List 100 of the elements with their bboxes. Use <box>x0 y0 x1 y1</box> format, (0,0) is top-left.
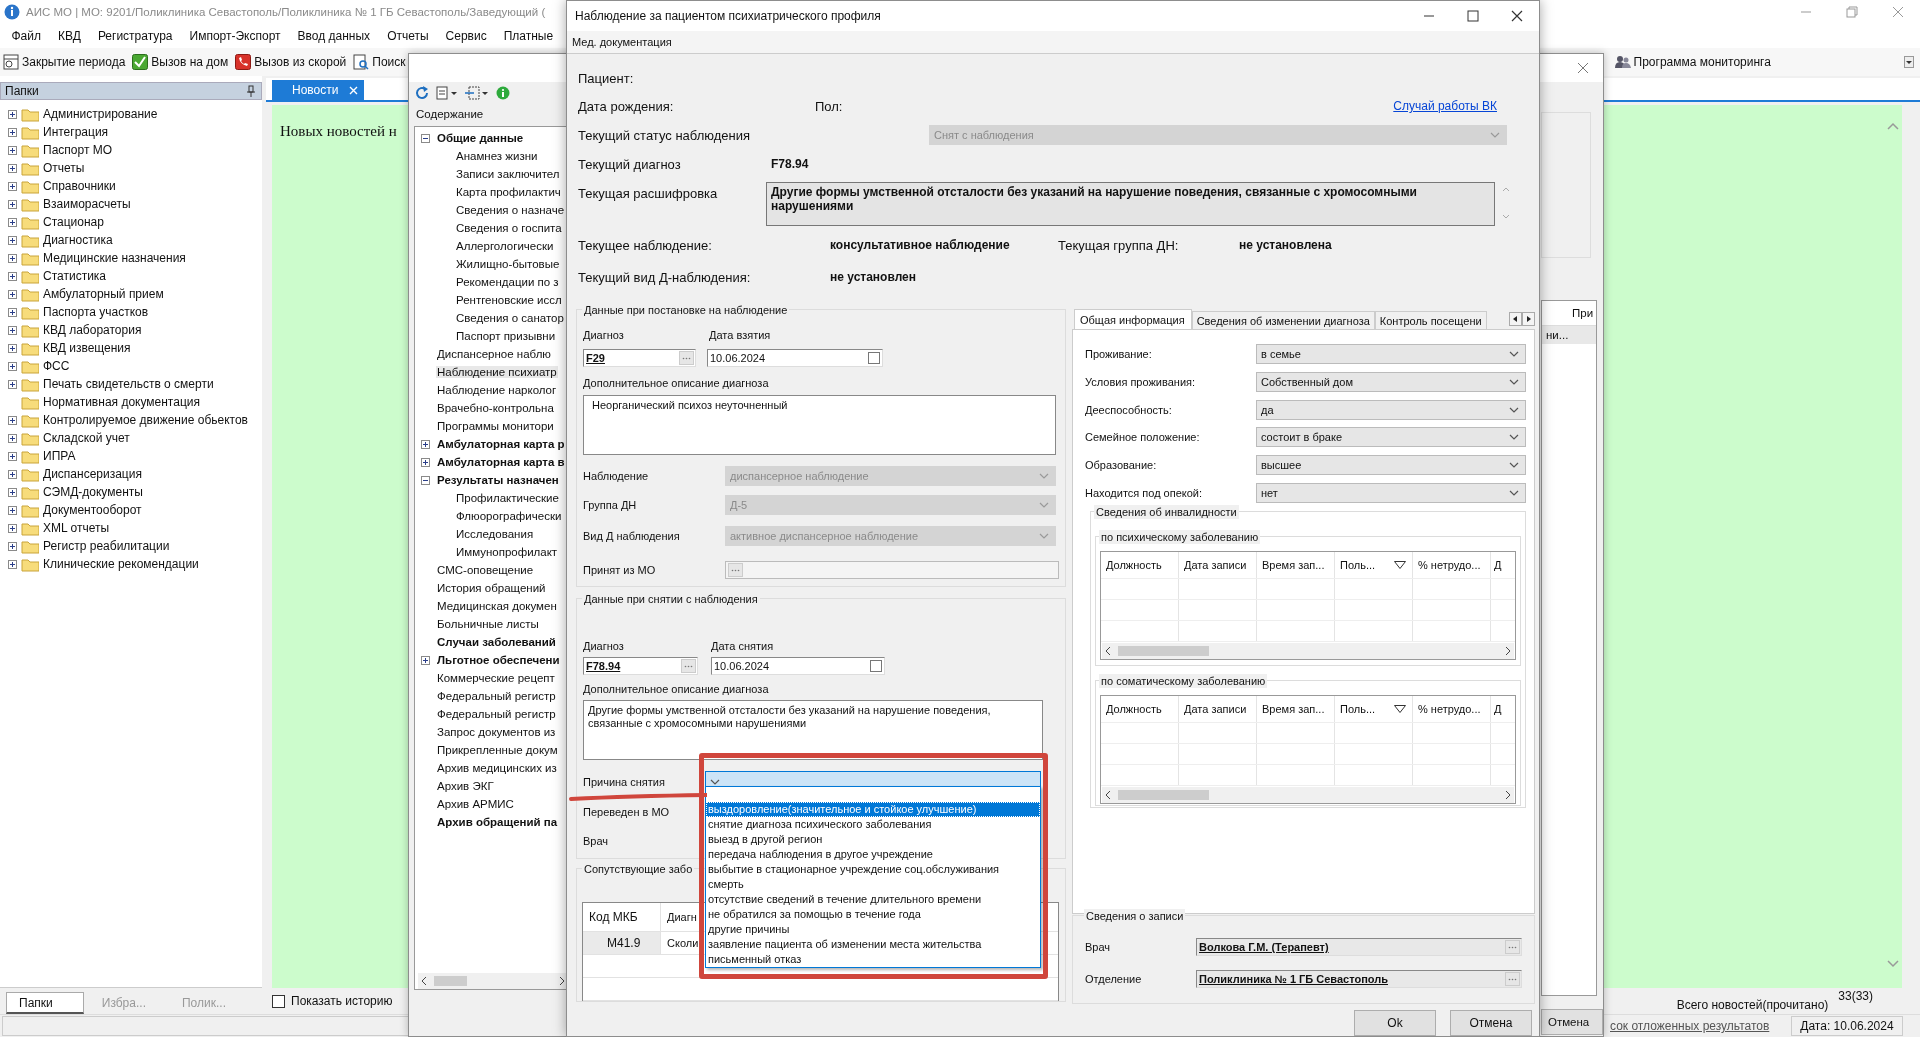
expand-icon[interactable] <box>8 325 17 335</box>
dropdown-option[interactable]: передача наблюдения в другое учреждение <box>706 847 1040 862</box>
toolbar-button[interactable]: Вызов на дом <box>131 54 235 70</box>
dropdown-option[interactable]: выздоровление(значительное и стойкое улучшение) <box>706 802 1040 817</box>
expand-icon[interactable] <box>8 487 17 497</box>
close-icon[interactable] <box>1511 10 1523 22</box>
dropdown-option[interactable]: другие причины <box>706 922 1040 937</box>
tree-item[interactable]: Стационар <box>43 215 104 229</box>
toolbar-button[interactable]: Закрытие периода <box>2 54 132 70</box>
column-header[interactable]: Код МКБ <box>583 903 661 931</box>
column-header[interactable]: Д <box>1491 696 1511 722</box>
tree-item[interactable]: Администрирование <box>43 107 158 121</box>
filter-icon[interactable] <box>1394 561 1406 569</box>
tree-item[interactable]: Паспорт призывни <box>455 330 557 342</box>
tree-item[interactable]: Запрос документов из <box>436 726 557 738</box>
toolbar-button[interactable]: Программа мониторинга <box>1613 54 1777 70</box>
column-header[interactable]: Дата записи <box>1179 696 1257 722</box>
filter-icon[interactable] <box>1394 705 1406 713</box>
dropdown[interactable]: нет <box>1256 483 1526 503</box>
checkbox[interactable] <box>868 352 880 364</box>
expand-icon[interactable] <box>421 457 430 467</box>
tree-item[interactable]: Амбулаторная карта р <box>436 438 566 450</box>
tree-item[interactable]: Архив ЭКГ <box>436 780 495 792</box>
lookup-field[interactable]: F29 <box>583 349 696 367</box>
expand-icon[interactable] <box>8 199 17 209</box>
expand-icon[interactable] <box>8 217 17 227</box>
toolbar-button[interactable]: Вызов из скорой <box>234 54 353 70</box>
tree-item[interactable]: Документооборот <box>43 503 142 517</box>
expand-icon[interactable] <box>421 439 430 449</box>
column-header[interactable]: % нетрудо... <box>1413 696 1491 722</box>
tab-scroll-icon[interactable] <box>1509 312 1535 326</box>
tree-item[interactable]: Общие данные <box>436 132 525 144</box>
expand-icon[interactable] <box>8 433 17 443</box>
dropdown-option[interactable]: выбытие в стационарное учреждение соц.обслуживания <box>706 862 1040 877</box>
menu-item[interactable]: Импорт-Экспорт <box>181 29 290 43</box>
tree-item[interactable]: Сведения о госпита <box>455 222 563 234</box>
lookup-field[interactable]: F78.94 <box>583 657 698 675</box>
dropdown[interactable]: высшее <box>1256 455 1526 476</box>
tree-item[interactable]: СМС-оповещение <box>436 564 535 576</box>
status-link[interactable]: сок отложенных результатов <box>1610 1019 1770 1033</box>
menu-item[interactable]: Ввод данных <box>289 29 379 43</box>
tab[interactable]: Папки <box>6 992 84 1014</box>
tree-item[interactable]: Регистр реабилитации <box>43 539 170 553</box>
expand-icon[interactable] <box>8 559 17 569</box>
document-dropdown-icon[interactable] <box>436 86 458 100</box>
dropdown-option[interactable]: письменный отказ <box>706 952 1040 967</box>
dropdown-option[interactable]: смерть <box>706 877 1040 892</box>
tree-item[interactable]: Печать свидетельств о смерти <box>43 377 214 391</box>
tree-item[interactable]: Флюорографически <box>455 510 563 522</box>
column-header[interactable]: Диагн <box>667 911 697 923</box>
info-icon[interactable] <box>496 86 510 100</box>
tree-item[interactable]: Амбулаторный прием <box>43 287 164 301</box>
dropdown-option[interactable]: отсутствие сведений в течение длительного времени <box>706 892 1040 907</box>
tree-item[interactable]: Программы монитори <box>436 420 555 432</box>
text-area[interactable]: Неорганический психоз неуточненный <box>583 395 1056 455</box>
tree-item[interactable]: Наблюдение нарколог <box>436 384 558 396</box>
tree-item[interactable]: Контролируемое движение обьектов <box>43 413 248 427</box>
tree-item[interactable]: Диспансеризация <box>43 467 142 481</box>
cancel-button[interactable]: Отмена <box>1541 1009 1603 1035</box>
tree-item[interactable]: Архив обращений па <box>436 816 559 828</box>
tree-item[interactable]: СЭМД-документы <box>43 485 143 499</box>
export-dropdown-icon[interactable] <box>465 86 489 100</box>
column-header[interactable]: Время зап... <box>1257 552 1335 578</box>
expand-icon[interactable] <box>8 541 17 551</box>
tree-item[interactable]: Сведения о санатор <box>455 312 565 324</box>
menu-item[interactable]: Файл <box>3 29 50 43</box>
column-header[interactable]: Поль... <box>1335 696 1413 722</box>
lookup-field[interactable]: Волкова Г.М. (Терапевт) <box>1196 938 1522 956</box>
tree-item[interactable]: Жилищно-бытовые <box>455 258 561 270</box>
tree-item[interactable]: История обращений <box>436 582 547 594</box>
tree-item[interactable]: Врачебно-контрольна <box>436 402 555 414</box>
dropdown[interactable]: состоит в браке <box>1256 427 1526 448</box>
tree-item[interactable]: Сведения о назначе <box>455 204 566 216</box>
expand-icon[interactable] <box>8 253 17 263</box>
date-field[interactable]: 10.06.2024 <box>707 349 883 367</box>
expand-icon[interactable] <box>8 523 17 533</box>
column-header[interactable]: Поль... <box>1335 552 1413 578</box>
date-field[interactable]: 10.06.2024 <box>711 657 885 675</box>
tree-item[interactable]: Больничные листы <box>436 618 540 630</box>
expand-icon[interactable] <box>421 655 430 665</box>
collapse-icon[interactable] <box>421 475 430 485</box>
menu-item[interactable]: КВД <box>49 29 90 43</box>
tree-item[interactable]: Федеральный регистр <box>436 708 557 720</box>
expand-icon[interactable] <box>8 289 17 299</box>
lookup-field[interactable]: Поликлиника № 1 ГБ Севастополь <box>1196 970 1522 988</box>
dropdown-option[interactable]: снятие диагноза психического заболевания <box>706 817 1040 832</box>
tree-item[interactable]: Статистика <box>43 269 107 283</box>
tree-item[interactable]: Анамнез жизни <box>455 150 539 162</box>
tree-item[interactable]: Нормативная документация <box>43 395 200 409</box>
tree-item[interactable]: Рентгеновские иссл <box>455 294 563 306</box>
expand-icon[interactable] <box>8 163 17 173</box>
refresh-icon[interactable] <box>415 86 429 100</box>
tree-item[interactable]: Складской учет <box>43 431 130 445</box>
expand-icon[interactable] <box>8 235 17 245</box>
menu-item[interactable]: Мед. документация <box>567 36 672 48</box>
tree-item[interactable]: Интеграция <box>43 125 109 139</box>
dropdown-option[interactable]: заявление пациента об изменении места жительства <box>706 937 1040 952</box>
column-header[interactable]: Должность <box>1101 696 1179 722</box>
dialog-button[interactable]: Ok <box>1354 1010 1436 1036</box>
tree-item[interactable]: Амбулаторная карта в <box>436 456 566 468</box>
